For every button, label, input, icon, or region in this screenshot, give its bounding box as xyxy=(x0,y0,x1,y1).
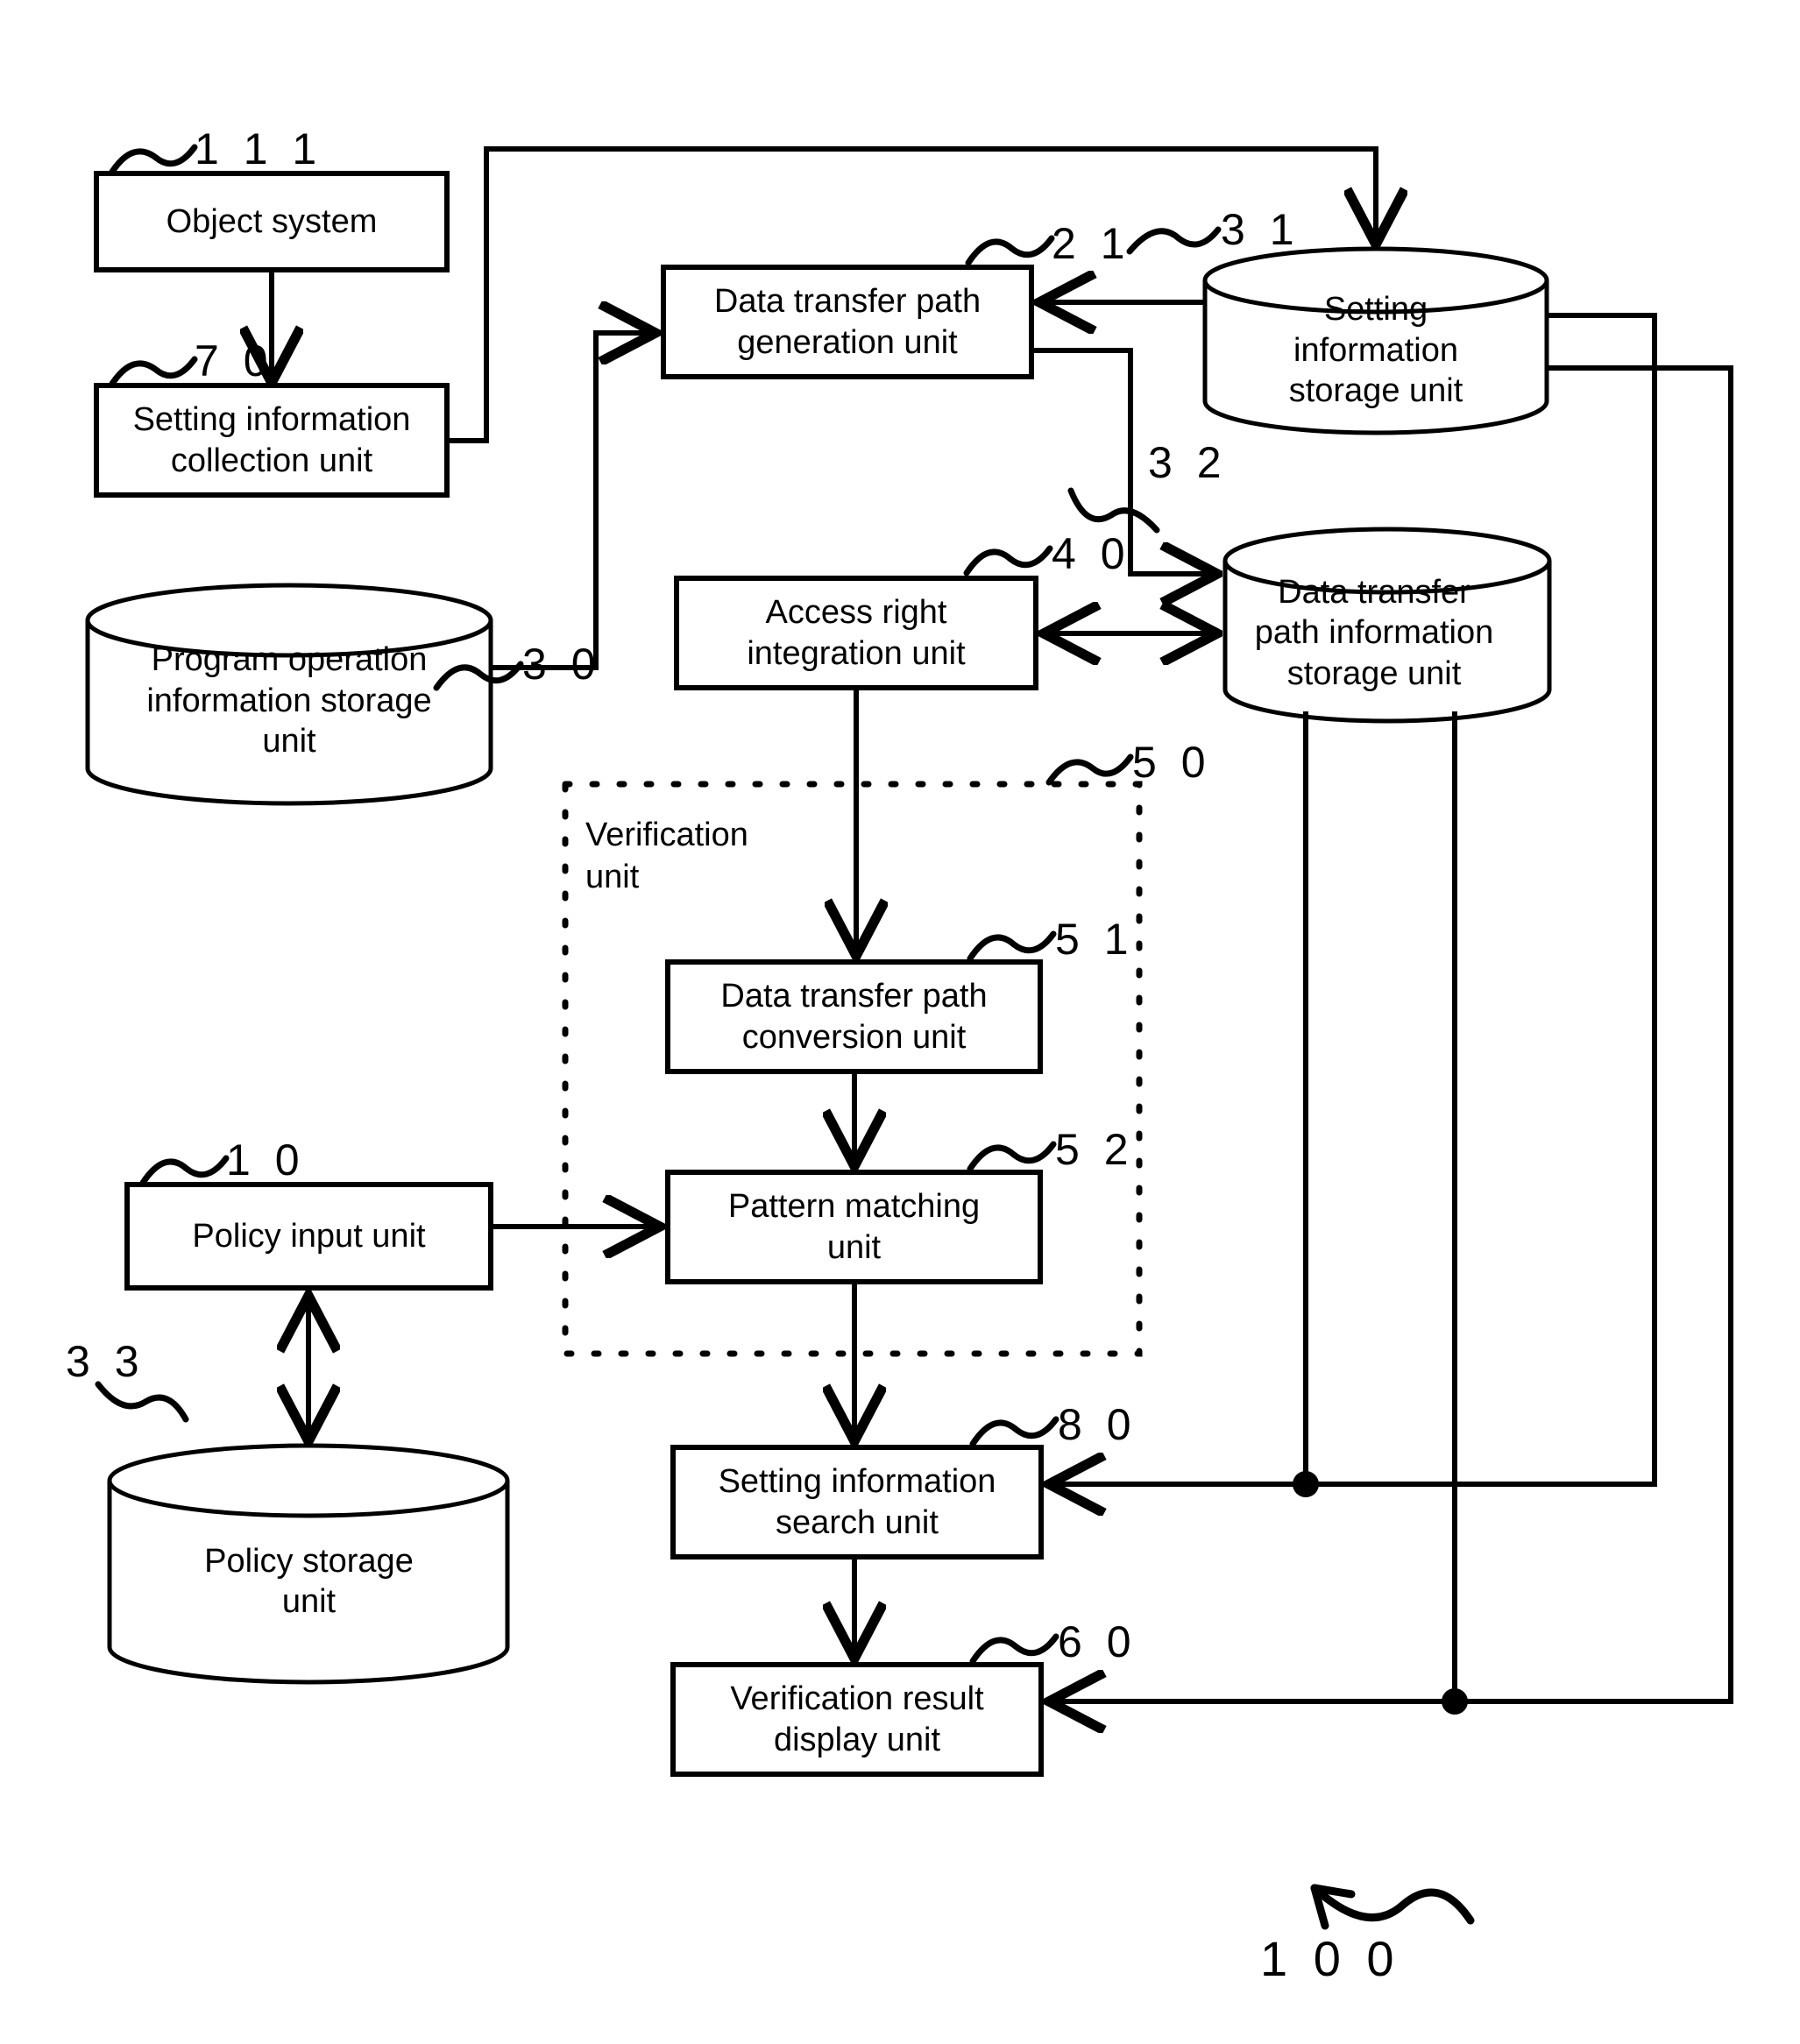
ref-50: 5 0 xyxy=(1132,738,1212,787)
patent-figure: Object system Setting information collec… xyxy=(0,0,1800,2044)
junction-dot-search-rail xyxy=(1293,1471,1319,1497)
label-verification-unit-group: Verification unit xyxy=(585,817,748,895)
label-data-transfer-path-generation: Data transfer path generation unit xyxy=(713,283,981,361)
edge-program-op-storage-to-path-generation xyxy=(491,333,653,670)
label-data-transfer-path-conversion: Data transfer path conversion unit xyxy=(720,978,988,1056)
label-access-right-integration: Access right integration unit xyxy=(747,594,966,672)
ref-31: 3 1 xyxy=(1221,205,1300,254)
ref-51: 5 1 xyxy=(1055,915,1135,964)
label-object-system: Object system xyxy=(166,202,378,240)
ref-10: 1 0 xyxy=(226,1135,306,1185)
edge-path-info-storage-to-setting-info-search xyxy=(1052,711,1308,1484)
ref-80: 8 0 xyxy=(1058,1400,1137,1449)
label-setting-information-storage: Setting information storage unit xyxy=(1288,291,1463,410)
ref-21: 2 1 xyxy=(1052,219,1131,268)
ref-111: 1 1 1 xyxy=(195,124,323,173)
leader-system-100 xyxy=(1310,1884,1475,1930)
edge-setting-info-storage-to-setting-info-search xyxy=(1306,313,1657,1487)
ref-system-100: 1 0 0 xyxy=(1260,1931,1400,1986)
ref-30: 3 0 xyxy=(522,640,602,689)
ref-33: 3 3 xyxy=(66,1337,145,1386)
label-setting-info-search: Setting information search unit xyxy=(718,1463,996,1541)
junction-dot-result-rail xyxy=(1442,1688,1468,1715)
label-verification-result-display: Verification result display unit xyxy=(730,1680,984,1758)
ref-60: 6 0 xyxy=(1058,1617,1137,1666)
ref-40: 4 0 xyxy=(1052,529,1131,578)
label-pattern-matching: Pattern matching unit xyxy=(727,1188,981,1266)
edge-setting-info-storage-to-verification-result xyxy=(1455,365,1733,1704)
label-policy-input: Policy input unit xyxy=(192,1217,426,1255)
ref-32: 3 2 xyxy=(1148,438,1228,487)
ref-52: 5 2 xyxy=(1055,1125,1135,1174)
edge-path-info-storage-to-verification-result xyxy=(1052,711,1457,1701)
ref-70: 7 0 xyxy=(195,336,274,385)
label-setting-info-collection: Setting information collection unit xyxy=(132,401,411,479)
label-program-operation-information-storage: Program operation information storage un… xyxy=(146,641,432,760)
label-data-transfer-path-information-storage: Data transfer path information storage u… xyxy=(1254,573,1494,692)
label-policy-storage: Policy storage unit xyxy=(204,1542,414,1620)
